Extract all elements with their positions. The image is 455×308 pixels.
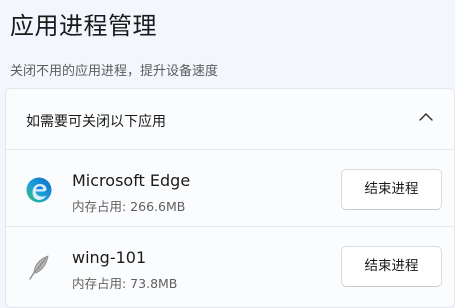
app-memory-usage: 内存占用: 73.8MB <box>72 276 178 291</box>
app-row-wing: wing-101 内存占用: 73.8MB 结束进程 <box>6 228 454 304</box>
app-name: Microsoft Edge <box>72 171 191 190</box>
end-process-button[interactable]: 结束进程 <box>341 169 442 210</box>
chevron-up-icon[interactable] <box>416 107 436 127</box>
panel-header[interactable]: 如需要可关闭以下应用 <box>6 89 454 150</box>
app-process-panel: 如需要可关闭以下应用 Microsoft Edge 内存占用: 266.6MB … <box>5 88 455 308</box>
end-process-button[interactable]: 结束进程 <box>341 246 442 287</box>
app-memory-usage: 内存占用: 266.6MB <box>72 199 186 214</box>
feather-quill-icon <box>29 255 49 280</box>
app-name: wing-101 <box>72 248 147 267</box>
page-title: 应用进程管理 <box>10 12 157 40</box>
page-subtitle: 关闭不用的应用进程，提升设备速度 <box>10 64 219 79</box>
panel-header-label: 如需要可关闭以下应用 <box>26 114 166 130</box>
app-row-edge: Microsoft Edge 内存占用: 266.6MB 结束进程 <box>6 151 454 227</box>
edge-browser-icon <box>26 177 52 203</box>
